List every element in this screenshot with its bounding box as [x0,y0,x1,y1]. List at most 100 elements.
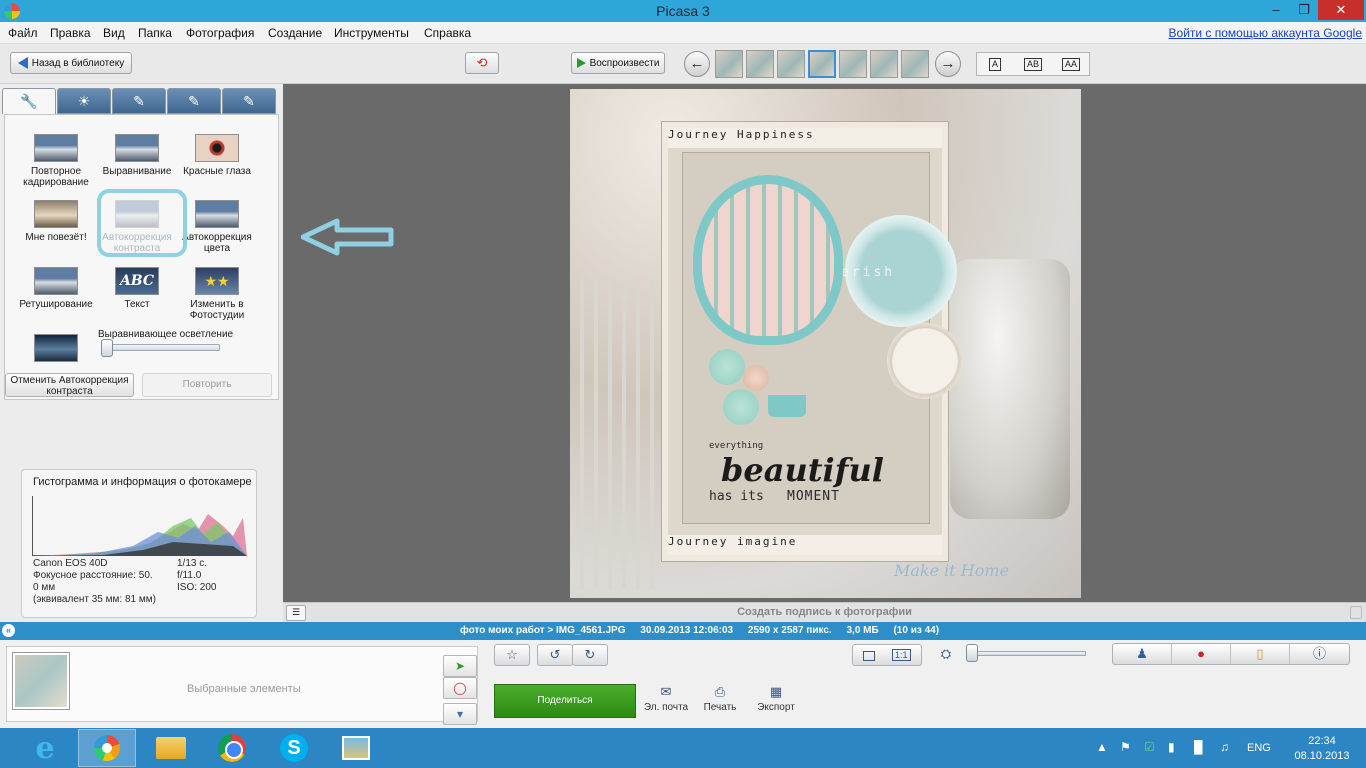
minimize-button[interactable]: – [1262,0,1290,20]
tool-auto-color[interactable]: Автокоррекция цвета [175,200,259,254]
selected-thumbnail[interactable] [13,653,69,709]
clear-selection-icon[interactable]: ◯ [443,677,477,699]
language-indicator[interactable]: ENG [1247,742,1271,754]
zoom-slider-knob[interactable] [966,644,978,662]
flag-icon[interactable]: ⚑ [1120,740,1131,754]
tab-more-effects[interactable]: ✎ [167,88,221,114]
tab-basic-fixes[interactable]: 🔧 [2,88,56,114]
newsprint-strip-top: Journey Happiness [668,128,942,148]
battery-icon[interactable]: ▮ [1168,740,1175,754]
clock[interactable]: 22:34 08.10.2013 [1294,734,1350,764]
menu-tools[interactable]: Инструменты [334,26,409,40]
next-photo-button[interactable]: → [935,51,961,77]
menu-edit[interactable]: Правка [50,26,91,40]
show-hidden-icons-icon[interactable]: ▲ [1096,740,1108,754]
view-single-label: A [988,57,1001,71]
tab-effects[interactable]: ✎ [112,88,166,114]
tab-extra-effects[interactable]: ✎ [222,88,276,114]
histogram-chart [32,496,247,556]
menu-folder[interactable]: Папка [138,26,172,40]
fill-light-label: Выравнивающее осветление [98,329,234,340]
zoom-slider[interactable] [970,651,1086,656]
tag-icon[interactable]: ▯ [1231,644,1290,664]
filmstrip-thumb-selected[interactable] [808,50,836,78]
view-single-button[interactable]: A [983,56,1007,72]
geotag-icon[interactable]: ● [1172,644,1231,664]
photostudio-icon: ★★ [195,267,239,295]
share-button[interactable]: Поделиться [494,684,636,718]
chrome-icon[interactable] [203,729,261,767]
ie-icon[interactable]: e [16,729,74,767]
filmstrip-thumb[interactable] [777,50,805,78]
google-sign-in-link[interactable]: Войти с помощью аккаунта Google [1169,26,1362,40]
menu-create[interactable]: Создание [268,26,322,40]
email-button[interactable]: ✉ Эл. почта [636,684,696,713]
fit-screen-icon[interactable] [863,650,876,661]
network-icon[interactable]: █ [1194,740,1203,754]
picasa-taskbar-icon[interactable] [78,729,136,767]
camera-shutter: 1/13 с. [177,558,208,569]
menu-help[interactable]: Справка [424,26,471,40]
photo-dimensions: 2590 x 2587 пикс. [747,625,832,636]
back-to-library-button[interactable]: Назад в библиотеку [10,52,132,74]
print-button[interactable]: ⎙ Печать [690,684,750,713]
filmstrip-thumb[interactable] [901,50,929,78]
people-icon[interactable]: ♟ [1113,644,1172,664]
caption-input[interactable]: Создать подпись к фотографии [283,606,1366,618]
tool-retouch[interactable]: Ретуширование [14,267,98,310]
file-explorer-icon[interactable] [142,729,200,767]
export-button[interactable]: ▦ Экспорт [746,684,806,713]
edit-tabs: 🔧 ☀ ✎ ✎ ✎ [2,88,280,114]
maximize-button[interactable]: ❐ [1290,0,1318,20]
tab-tuning[interactable]: ☀ [57,88,111,114]
tool-straighten[interactable]: Выравнивание [95,134,179,177]
shield-icon[interactable]: ☑ [1144,740,1155,754]
vase-shape [950,259,1070,519]
tool-redeye-label: Красные глаза [183,166,251,177]
tool-photostudio[interactable]: ★★ Изменить в Фотостудии [175,267,259,321]
menu-file[interactable]: Файл [8,26,38,40]
photo-info: фото моих работ > IMG_4561.JPG 30.09.201… [460,625,951,636]
tool-crop[interactable]: Повторное кадрирование [14,134,98,188]
tool-lucky[interactable]: Мне повезёт! [14,200,98,243]
rotate-right-button[interactable]: ↻ [572,644,608,666]
menu-photo[interactable]: Фотография [186,26,254,40]
rotate-left-button[interactable]: ↺ [537,644,573,666]
tool-redeye[interactable]: Красные глаза [175,134,259,177]
filmstrip-thumb[interactable] [746,50,774,78]
hold-pin-icon[interactable]: ➤ [443,655,477,677]
collapse-tray-icon[interactable]: « [2,624,15,637]
view-large-button[interactable]: AA [1057,56,1085,72]
redo-button[interactable]: Повторить [142,373,272,397]
flower-shape [743,365,769,391]
fill-light-slider[interactable] [102,344,220,351]
histogram-title: Гистограмма и информация о фотокамере [33,476,252,488]
tool-text-label: Текст [124,299,150,310]
previous-photo-button[interactable]: ← [684,51,710,77]
photo-size: 3,0 МБ [846,625,879,636]
slideshow-button[interactable]: Воспроизвести [571,52,665,74]
info-icon[interactable]: ⓘ [1290,644,1349,664]
filmstrip-thumb[interactable] [839,50,867,78]
main-photo[interactable]: Journey Happiness Journey imagine erish … [570,89,1081,598]
filmstrip-thumb[interactable] [870,50,898,78]
skype-icon[interactable]: S [265,729,323,767]
tool-text[interactable]: ABC Текст [95,267,179,310]
fill-light-slider-knob[interactable] [101,339,113,357]
filmstrip-thumb[interactable] [715,50,743,78]
volume-icon[interactable]: ♫ [1220,740,1229,754]
web-sync-button[interactable]: ⟲ [465,52,499,74]
actual-size-button[interactable]: 1:1 [892,649,911,661]
photo-watermark: Make it Home [894,561,1010,580]
photo-viewer-icon[interactable] [327,729,385,767]
undo-button[interactable]: Отменить Автокоррекция контраста [5,373,134,397]
green-brush-icon: ✎ [188,92,200,109]
close-button[interactable]: ✕ [1318,0,1364,20]
wrench-icon: 🔧 [20,93,38,109]
star-button[interactable]: ☆ [494,644,530,666]
view-compare-button[interactable]: AB [1017,56,1049,72]
highlight-ring [97,189,187,257]
menu-view[interactable]: Вид [103,26,125,40]
add-to-album-icon[interactable]: ▾ [443,703,477,725]
trash-icon[interactable] [1350,606,1362,619]
